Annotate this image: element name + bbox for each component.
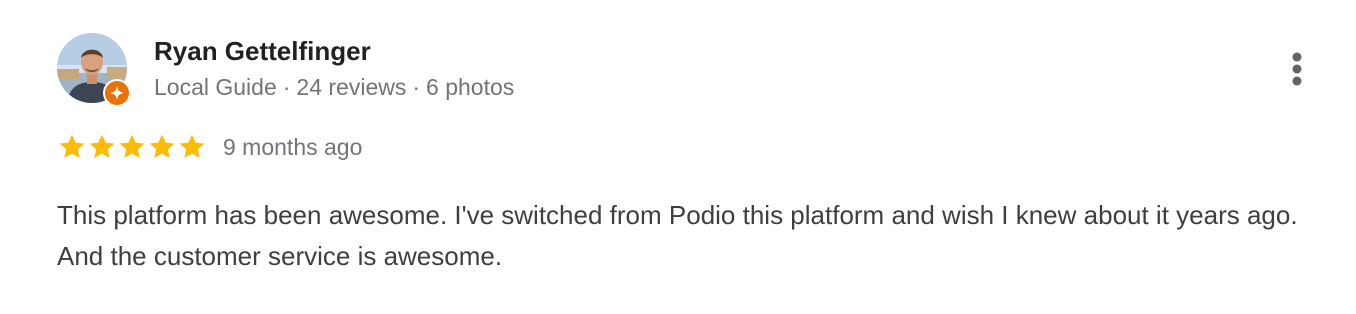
star-icon <box>119 134 145 158</box>
meta-separator: · <box>412 74 421 100</box>
star-icon <box>89 134 115 158</box>
star-icon <box>59 134 85 158</box>
review-text: This platform has been awesome. I've swi… <box>57 200 1298 271</box>
author-name[interactable]: Ryan Gettelfinger <box>154 36 371 67</box>
star-rating <box>57 132 207 162</box>
review-time: 9 months ago <box>223 133 363 160</box>
star-icon <box>149 134 175 158</box>
more-vert-icon <box>1292 52 1302 86</box>
more-options-button[interactable] <box>1282 46 1312 92</box>
author-avatar-button[interactable] <box>57 33 131 107</box>
author-meta: Local Guide · 24 reviews · 6 photos <box>154 74 514 101</box>
star-icon <box>179 134 205 158</box>
rating-row: 9 months ago <box>57 131 362 163</box>
author-review-count: 24 reviews <box>296 74 407 100</box>
local-guide-star-icon <box>110 86 124 100</box>
meta-separator: · <box>282 74 291 100</box>
author-photo-count: 6 photos <box>426 74 515 100</box>
author-level: Local Guide <box>154 74 277 100</box>
local-guide-badge <box>103 79 131 107</box>
review-card: Ryan Gettelfinger Local Guide · 24 reviews… <box>0 0 1356 314</box>
